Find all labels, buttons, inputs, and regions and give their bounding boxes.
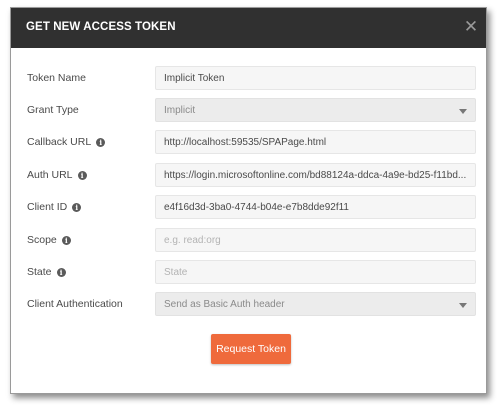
grant-type-value: Implicit <box>164 105 196 116</box>
info-icon[interactable]: i <box>77 170 87 180</box>
client-id-label: Client ID i <box>27 201 82 213</box>
info-icon[interactable]: i <box>56 267 66 277</box>
token-name-input[interactable]: Implicit Token <box>155 66 476 90</box>
auth-url-input[interactable]: https://login.microsoftonline.com/bd8812… <box>155 163 476 187</box>
client-auth-value: Send as Basic Auth header <box>164 299 285 310</box>
chevron-down-icon <box>459 109 467 114</box>
scope-row: Scope i e.g. read:org <box>11 228 486 254</box>
info-icon[interactable]: i <box>96 137 106 147</box>
auth-url-row: Auth URL i https://login.microsoftonline… <box>11 163 486 189</box>
dialog-header: GET NEW ACCESS TOKEN ✕ <box>11 8 486 48</box>
dialog-title: GET NEW ACCESS TOKEN <box>26 21 176 33</box>
callback-url-label: Callback URL i <box>27 136 106 148</box>
grant-type-select[interactable]: Implicit <box>155 98 476 122</box>
callback-url-row: Callback URL i http://localhost:59535/SP… <box>11 130 486 156</box>
info-icon[interactable]: i <box>72 202 82 212</box>
chevron-down-icon <box>459 303 467 308</box>
auth-url-label: Auth URL i <box>27 169 87 181</box>
grant-type-row: Grant Type Implicit <box>11 98 486 124</box>
client-id-row: Client ID i e4f16d3d-3ba0-4744-b04e-e7b8… <box>11 195 486 221</box>
token-name-row: Token Name Implicit Token <box>11 66 486 92</box>
state-row: State i State <box>11 260 486 286</box>
callback-url-input[interactable]: http://localhost:59535/SPAPage.html <box>155 130 476 154</box>
info-icon[interactable]: i <box>61 235 71 245</box>
client-id-input[interactable]: e4f16d3d-3ba0-4744-b04e-e7b8dde92f11 <box>155 195 476 219</box>
access-token-dialog: GET NEW ACCESS TOKEN ✕ Token Name Implic… <box>10 7 487 394</box>
grant-type-label: Grant Type <box>27 104 79 116</box>
client-auth-label: Client Authentication <box>27 298 123 310</box>
state-input[interactable]: State <box>155 260 476 284</box>
token-name-label: Token Name <box>27 72 86 84</box>
scope-label: Scope i <box>27 234 71 246</box>
client-auth-row: Client Authentication Send as Basic Auth… <box>11 292 486 318</box>
state-label: State i <box>27 266 66 278</box>
close-icon[interactable]: ✕ <box>462 18 480 36</box>
client-auth-select[interactable]: Send as Basic Auth header <box>155 292 476 316</box>
request-token-button[interactable]: Request Token <box>211 334 291 364</box>
scope-input[interactable]: e.g. read:org <box>155 228 476 252</box>
